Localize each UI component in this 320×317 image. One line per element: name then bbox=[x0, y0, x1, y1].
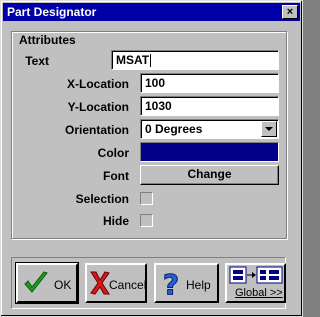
red-x-icon bbox=[90, 271, 110, 295]
orientation-value: 0 Degrees bbox=[145, 122, 203, 136]
global-button-label: Global >> bbox=[235, 287, 283, 299]
y-location-value: 1030 bbox=[145, 99, 172, 113]
chevron-down-icon[interactable] bbox=[261, 121, 277, 137]
global-diagram-icon bbox=[229, 266, 283, 284]
green-checkmark-icon bbox=[24, 271, 48, 293]
close-button[interactable]: × bbox=[282, 5, 298, 19]
close-icon: × bbox=[286, 6, 294, 18]
font-label: Font bbox=[103, 169, 129, 183]
orientation-label: Orientation bbox=[64, 123, 129, 137]
x-location-value: 100 bbox=[145, 76, 166, 90]
text-field-value: MSAT bbox=[116, 53, 150, 67]
x-location-field[interactable]: 100 bbox=[140, 73, 279, 93]
hide-label: Hide bbox=[102, 214, 129, 228]
window-title: Part Designator bbox=[7, 5, 97, 19]
hide-checkbox[interactable] bbox=[140, 214, 153, 227]
text-field[interactable]: MSAT bbox=[111, 50, 279, 70]
svg-text:?: ? bbox=[163, 268, 179, 298]
cancel-button[interactable]: Cancel bbox=[85, 263, 147, 303]
help-button-label: Help bbox=[186, 278, 211, 292]
orientation-select[interactable]: 0 Degrees bbox=[140, 119, 279, 139]
text-cursor bbox=[150, 54, 152, 68]
y-location-label: Y-Location bbox=[67, 100, 129, 114]
help-button[interactable]: ? Help bbox=[154, 263, 219, 303]
color-swatch[interactable] bbox=[140, 142, 279, 162]
x-location-label: X-Location bbox=[67, 77, 129, 91]
cancel-button-label: Cancel bbox=[109, 278, 147, 292]
title-bar[interactable]: Part Designator × bbox=[3, 3, 300, 21]
y-location-field[interactable]: 1030 bbox=[140, 96, 279, 116]
part-designator-dialog: Part Designator × Attributes Text MSAT X… bbox=[0, 0, 303, 317]
selection-label: Selection bbox=[75, 192, 129, 206]
font-change-button[interactable]: Change bbox=[140, 165, 279, 185]
question-mark-icon: ? bbox=[162, 268, 179, 298]
ok-button[interactable]: OK bbox=[15, 262, 79, 304]
attributes-group-title: Attributes bbox=[19, 33, 76, 47]
global-button[interactable]: Global >> bbox=[225, 263, 286, 303]
color-label: Color bbox=[97, 146, 129, 160]
ok-button-label: OK bbox=[54, 278, 72, 292]
text-label: Text bbox=[25, 54, 49, 68]
selection-checkbox[interactable] bbox=[140, 192, 153, 205]
